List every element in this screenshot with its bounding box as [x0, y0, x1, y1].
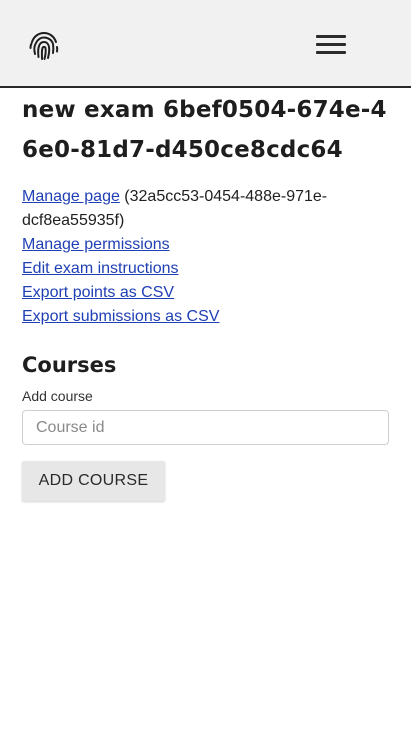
edit-exam-instructions-link[interactable]: Edit exam instructions — [22, 257, 392, 281]
add-course-button[interactable]: ADD COURSE — [22, 461, 165, 501]
export-submissions-csv-link[interactable]: Export submissions as CSV — [22, 305, 392, 329]
page-title: new exam 6bef0504-674e-46e0-81d7-d450ce8… — [22, 97, 387, 163]
manage-page-line: Manage page (32a5cc53-0454-488e-971e-dcf… — [22, 185, 392, 233]
hamburger-menu-icon[interactable] — [316, 35, 348, 55]
exam-actions-list: Manage page (32a5cc53-0454-488e-971e-dcf… — [22, 185, 392, 329]
top-navigation-bar — [0, 0, 411, 88]
export-points-csv-link[interactable]: Export points as CSV — [22, 281, 392, 305]
manage-page-link[interactable]: Manage page — [22, 188, 120, 205]
menu-bar — [316, 43, 346, 46]
course-id-input[interactable] — [22, 410, 389, 445]
menu-bar — [316, 51, 346, 54]
manage-permissions-link[interactable]: Manage permissions — [22, 233, 392, 257]
main-content: new exam 6bef0504-674e-46e0-81d7-d450ce8… — [22, 88, 392, 501]
menu-bar — [316, 35, 346, 38]
courses-heading: Courses — [22, 353, 117, 377]
add-course-label: Add course — [22, 388, 93, 404]
fingerprint-icon[interactable] — [28, 30, 60, 62]
